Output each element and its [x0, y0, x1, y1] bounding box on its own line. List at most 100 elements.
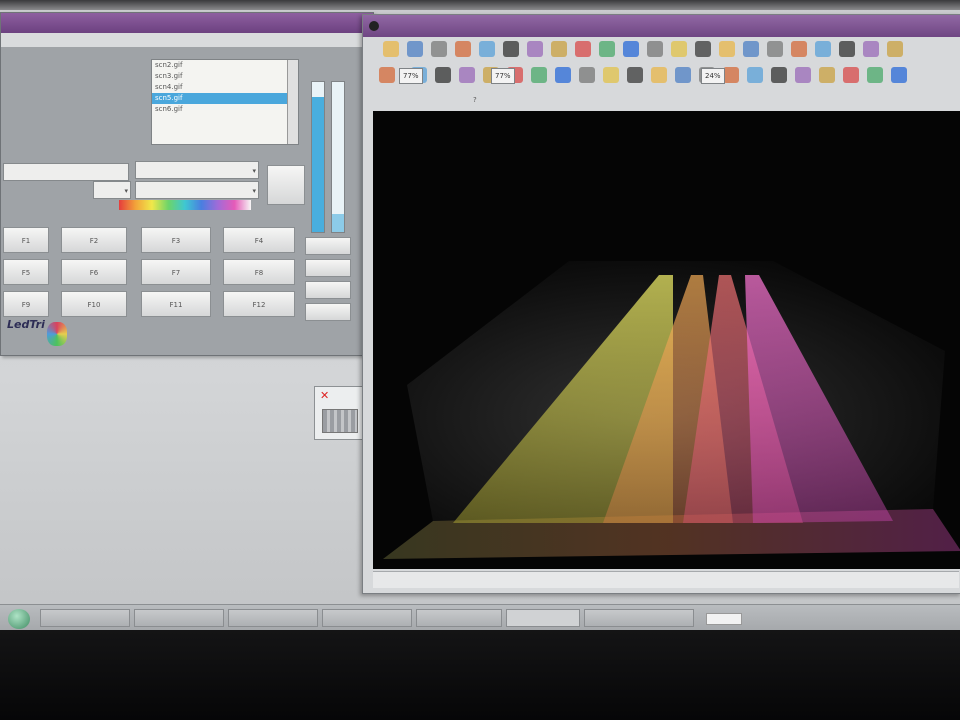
taskbar-button[interactable] [584, 609, 694, 627]
monitor-bezel-top [0, 0, 960, 10]
function-button[interactable]: F2 [61, 227, 127, 253]
color-palette[interactable] [119, 200, 251, 210]
app-logo: LedTri [7, 318, 77, 354]
channel-combo[interactable] [3, 163, 129, 181]
value-combo[interactable]: ▾ [93, 181, 131, 199]
toolbar-icon[interactable] [603, 67, 619, 83]
taskbar-button[interactable] [228, 609, 318, 627]
toolbar-icon[interactable] [719, 41, 735, 57]
level-slider-a[interactable] [311, 81, 325, 233]
side-button[interactable] [305, 303, 351, 321]
function-button[interactable]: F5 [3, 259, 49, 285]
toolbar-icon[interactable] [431, 41, 447, 57]
close-icon[interactable]: ✕ [320, 389, 329, 402]
mode-combo[interactable]: ▾ [135, 181, 259, 199]
tray-notification[interactable] [706, 613, 742, 625]
toolbar-icon[interactable] [531, 67, 547, 83]
app-icon [369, 20, 379, 31]
taskbar-button[interactable] [322, 609, 412, 627]
level-slider-b-fill [332, 214, 344, 232]
toolbar-icon[interactable] [623, 41, 639, 57]
toolbar-icon[interactable] [675, 67, 691, 83]
file-list[interactable]: scn2.gif scn3.gif scn4.gif scn5.gif scn6… [151, 59, 299, 145]
apply-button[interactable] [267, 165, 305, 205]
function-button[interactable]: F3 [141, 227, 211, 253]
toolbar-icon[interactable] [527, 41, 543, 57]
function-button[interactable]: F7 [141, 259, 211, 285]
toolbar-icon[interactable] [383, 41, 399, 57]
toolbar-icon[interactable] [795, 67, 811, 83]
toolbar-icon[interactable] [627, 67, 643, 83]
file-list-item[interactable]: scn3.gif [152, 71, 298, 82]
function-button[interactable]: F12 [223, 291, 295, 317]
zoom-field[interactable]: 24% [701, 68, 725, 84]
function-button[interactable]: F4 [223, 227, 295, 253]
toolbar-icon[interactable] [747, 67, 763, 83]
control-window-title[interactable] [1, 13, 373, 33]
toolbar-icon[interactable] [379, 67, 395, 83]
toolbar-icon[interactable] [867, 67, 883, 83]
toolbar-icon[interactable] [891, 67, 907, 83]
toolbar-icon[interactable] [815, 41, 831, 57]
toolbar-icon[interactable] [791, 41, 807, 57]
chevron-down-icon: ▾ [124, 187, 128, 195]
toolbar-icon[interactable] [575, 41, 591, 57]
zoom-field[interactable]: 77% [399, 68, 423, 84]
control-window-menubar[interactable] [1, 33, 373, 47]
file-list-item-selected[interactable]: scn5.gif [152, 93, 298, 104]
taskbar [0, 604, 960, 631]
toolbar-icon[interactable] [435, 67, 451, 83]
toolbar-icon[interactable] [459, 67, 475, 83]
toolbar-icon[interactable] [695, 41, 711, 57]
toolbar-icon[interactable] [671, 41, 687, 57]
file-list-item[interactable]: scn4.gif [152, 82, 298, 93]
taskbar-button[interactable] [416, 609, 502, 627]
toolbar-icon[interactable] [555, 67, 571, 83]
level-slider-b[interactable] [331, 81, 345, 233]
toolbar-icon[interactable] [407, 41, 423, 57]
toolbar-icon[interactable] [599, 41, 615, 57]
viewer-statusbar [373, 571, 959, 588]
toolbar-icon[interactable] [887, 41, 903, 57]
zoom-field[interactable]: 77% [491, 68, 515, 84]
toolbar-icon[interactable] [723, 67, 739, 83]
taskbar-button[interactable] [134, 609, 224, 627]
function-button[interactable]: F10 [61, 291, 127, 317]
grid-icon [322, 409, 358, 433]
file-list-scrollbar[interactable] [287, 60, 298, 144]
side-button[interactable] [305, 237, 351, 255]
side-button[interactable] [305, 281, 351, 299]
toolbar-icon[interactable] [503, 41, 519, 57]
menu-item-help[interactable]: ? [473, 96, 477, 104]
function-button[interactable]: F8 [223, 259, 295, 285]
taskbar-button[interactable] [40, 609, 130, 627]
toolbar-icon[interactable] [767, 41, 783, 57]
function-button[interactable]: F1 [3, 227, 49, 253]
toolbar-icon[interactable] [743, 41, 759, 57]
toolbar-icon[interactable] [839, 41, 855, 57]
toolbar-primary [379, 39, 949, 61]
toolbar-icon[interactable] [819, 67, 835, 83]
taskbar-button-active[interactable] [506, 609, 580, 627]
toolbar-icon[interactable] [771, 67, 787, 83]
toolbar-icon[interactable] [843, 67, 859, 83]
toolbar-icon[interactable] [479, 41, 495, 57]
side-button[interactable] [305, 259, 351, 277]
mini-widget[interactable]: ✕ [314, 386, 366, 440]
function-button[interactable]: F11 [141, 291, 211, 317]
start-button[interactable] [8, 609, 30, 629]
toolbar-icon[interactable] [651, 67, 667, 83]
file-list-item[interactable]: scn6.gif [152, 104, 298, 115]
logo-star-icon [47, 322, 67, 346]
function-button[interactable]: F9 [3, 291, 49, 317]
toolbar-icon[interactable] [455, 41, 471, 57]
3d-scene-viewport[interactable] [373, 111, 960, 569]
toolbar-icon[interactable] [863, 41, 879, 57]
toolbar-icon[interactable] [551, 41, 567, 57]
toolbar-icon[interactable] [647, 41, 663, 57]
device-combo[interactable]: ▾ [135, 161, 259, 179]
function-button[interactable]: F6 [61, 259, 127, 285]
file-list-item[interactable]: scn2.gif [152, 60, 298, 71]
viewer-window-title[interactable] [363, 15, 960, 37]
toolbar-icon[interactable] [579, 67, 595, 83]
